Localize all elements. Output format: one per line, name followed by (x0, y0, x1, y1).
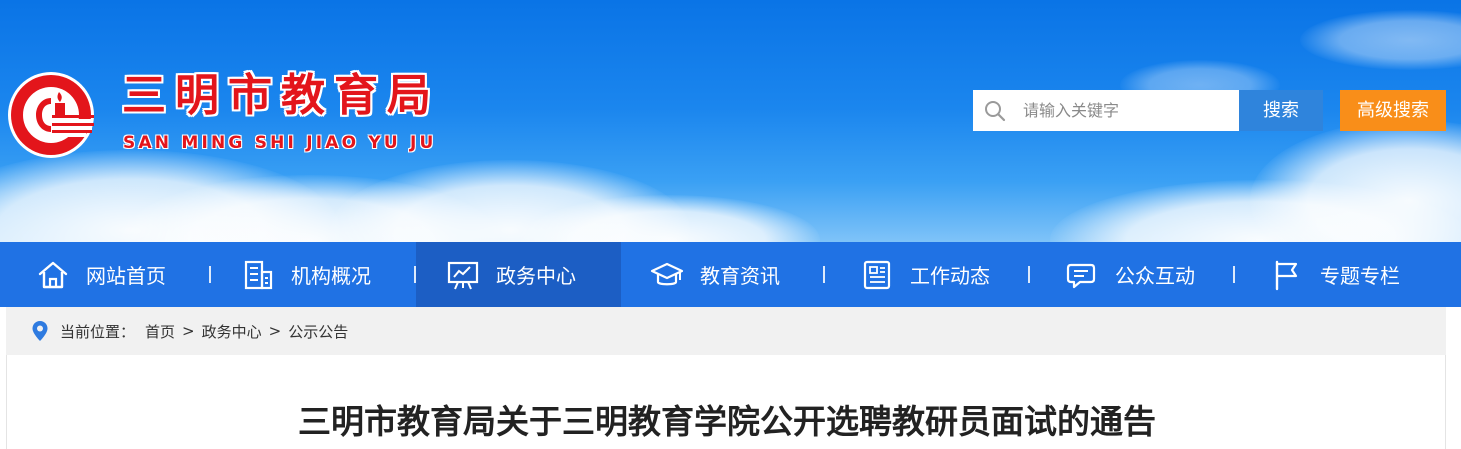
nav-item-about[interactable]: 机构概况 (241, 242, 371, 307)
site-title: 三明市教育局 (122, 70, 440, 121)
breadcrumb-link-announcements[interactable]: 公示公告 (288, 321, 348, 342)
search-button[interactable]: 搜索 (1239, 90, 1323, 131)
nav-item-home[interactable]: 网站首页 (36, 242, 166, 307)
breadcrumb-separator: > (268, 322, 282, 340)
nav-label: 网站首页 (86, 264, 166, 288)
breadcrumb-separator: > (182, 322, 195, 340)
article-panel: 三明市教育局关于三明教育学院公开选聘教研员面试的通告 (6, 355, 1446, 449)
nav-label: 机构概况 (291, 264, 371, 288)
graduation-cap-icon (650, 262, 684, 285)
nav-label: 教育资讯 (700, 264, 780, 288)
search-icon (985, 100, 1006, 121)
nav-label: 政务中心 (496, 264, 576, 288)
advanced-search-button[interactable]: 高级搜索 (1340, 90, 1446, 131)
search-input[interactable] (1021, 100, 1225, 121)
education-bureau-logo[interactable] (6, 70, 96, 160)
building-icon (244, 260, 273, 289)
nav-item-public-interaction[interactable]: 公众互动 (1065, 242, 1195, 307)
presentation-board-icon (447, 261, 479, 289)
nav-divider (209, 266, 211, 283)
nav-divider (823, 266, 825, 283)
chat-bubbles-icon (1066, 263, 1096, 288)
flag-icon (1275, 260, 1298, 290)
search-box (973, 90, 1239, 131)
newspaper-icon (863, 260, 891, 289)
nav-item-education-news[interactable]: 教育资讯 (650, 242, 780, 307)
nav-label: 公众互动 (1115, 264, 1195, 288)
article-title: 三明市教育局关于三明教育学院公开选聘教研员面试的通告 (298, 402, 1156, 441)
main-nav: 网站首页 机构概况 政务中心 教育资讯 工作动态 公众互动 专题专栏 (0, 242, 1461, 307)
nav-divider (1028, 266, 1030, 283)
nav-divider (1233, 266, 1235, 283)
nav-divider (414, 266, 416, 283)
home-icon (38, 261, 68, 288)
breadcrumb-prefix: 当前位置： (60, 322, 136, 341)
nav-item-government[interactable]: 政务中心 (416, 242, 621, 307)
site-title-pinyin: SAN MING SHI JIAO YU JU (123, 133, 437, 153)
breadcrumb-link-home[interactable]: 首页 (145, 321, 175, 342)
breadcrumb: 当前位置： 首页 > 政务中心 > 公示公告 (6, 307, 1446, 355)
nav-item-work-news[interactable]: 工作动态 (860, 242, 990, 307)
nav-label: 工作动态 (910, 264, 990, 288)
nav-label: 专题专栏 (1320, 264, 1400, 288)
breadcrumb-link-government[interactable]: 政务中心 (202, 321, 262, 342)
nav-item-special-topics[interactable]: 专题专栏 (1270, 242, 1400, 307)
location-pin-icon (32, 321, 48, 341)
